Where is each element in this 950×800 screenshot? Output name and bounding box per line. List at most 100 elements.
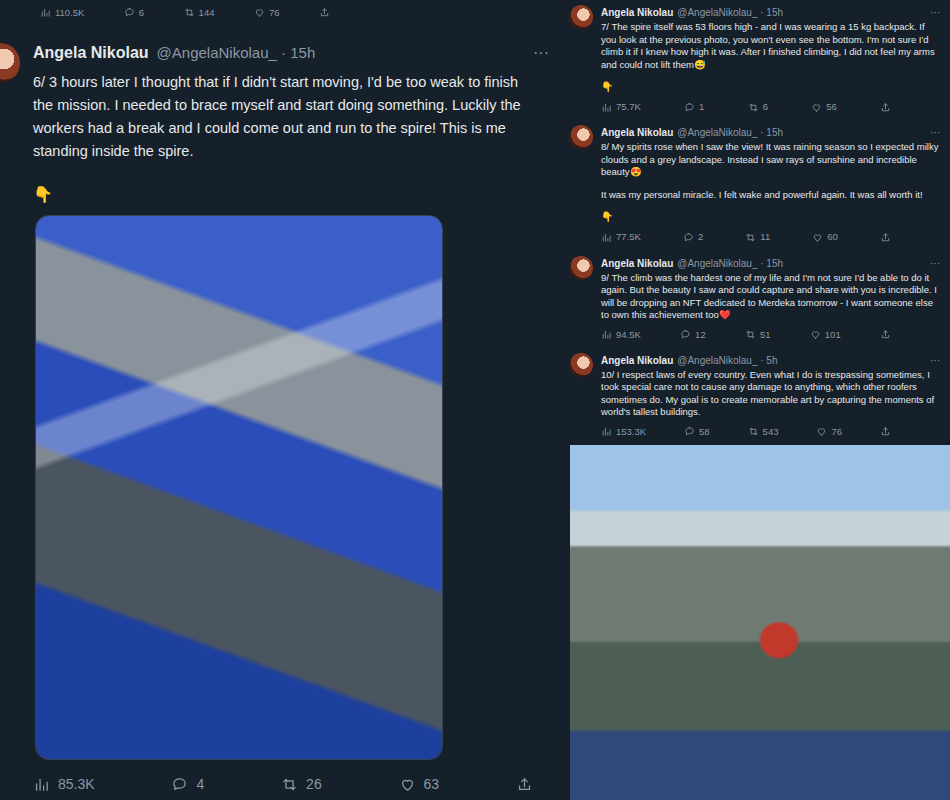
retweets-stat[interactable]: 543 [748,425,779,439]
views-icon[interactable] [601,232,612,243]
thread-tweet: Angela Nikolau@AngelaNikolau_ · 5h···10/… [565,348,950,445]
views-icon[interactable] [601,426,612,437]
replies-count: 12 [695,328,706,342]
share-icon[interactable] [516,776,533,793]
heart-icon[interactable] [810,329,821,340]
avatar[interactable] [0,43,20,83]
views-stat[interactable]: 153.3K [601,425,646,439]
reply-icon[interactable] [684,102,695,113]
retweet-icon[interactable] [281,776,298,793]
likes-count: 76 [269,6,280,19]
rooftop-photo[interactable] [570,445,950,800]
share-button[interactable] [880,329,891,340]
author-name[interactable]: Angela Nikolau [601,125,673,140]
author-meta[interactable]: @AngelaNikolau_ · 15h [677,256,783,271]
retweets-stat[interactable]: 6 [748,100,768,114]
views-stat[interactable]: 77.5K [601,230,641,244]
retweet-icon[interactable] [748,102,759,113]
retweets-count: 543 [763,425,779,439]
stats-row: 94.5K 12 51 101 [601,328,891,342]
avatar[interactable] [569,256,593,280]
share-button[interactable] [516,776,533,793]
stats-row: 75.7K 1 6 56 [601,100,891,114]
tweet-body: Angela Nikolau@AngelaNikolau_ · 5h···10/… [601,353,940,439]
share-icon[interactable] [880,329,891,340]
replies-stat[interactable]: 1 [684,100,704,114]
retweets-stat[interactable]: 26 [281,774,322,795]
thread-tweet: Angela Nikolau@AngelaNikolau_ · 15h···9/… [565,251,950,348]
heart-icon[interactable] [254,7,265,18]
retweets-count: 11 [760,230,770,244]
heart-icon[interactable] [811,102,822,113]
author-name[interactable]: Angela Nikolau [33,41,149,65]
likes-stat[interactable]: 76 [254,6,280,19]
views-stat[interactable]: 94.5K [601,328,641,342]
reply-icon[interactable] [683,232,694,243]
share-icon[interactable] [880,426,891,437]
share-icon[interactable] [880,102,891,113]
share-icon[interactable] [880,232,891,243]
views-icon[interactable] [601,329,612,340]
replies-stat[interactable]: 6 [124,6,144,19]
author-name[interactable]: Angela Nikolau [601,353,673,368]
author-meta[interactable]: @AngelaNikolau_ · 15h [677,5,783,20]
replies-count: 1 [699,100,704,114]
share-icon[interactable] [319,7,330,18]
reply-icon[interactable] [684,426,695,437]
views-stat[interactable]: 75.7K [601,100,641,114]
views-icon[interactable] [33,776,50,793]
thread-tweet: Angela Nikolau@AngelaNikolau_ · 15h···7/… [565,0,950,120]
retweets-stat[interactable]: 51 [745,328,771,342]
tweet-photo[interactable] [35,215,443,760]
avatar[interactable] [569,125,593,149]
likes-stat[interactable]: 60 [812,230,838,244]
heart-icon[interactable] [812,232,823,243]
replies-stat[interactable]: 12 [680,328,706,342]
author-name[interactable]: Angela Nikolau [601,5,673,20]
share-button[interactable] [880,232,891,243]
reply-icon[interactable] [680,329,691,340]
likes-stat[interactable]: 63 [399,774,440,795]
likes-count: 60 [827,230,838,244]
reply-icon[interactable] [171,776,188,793]
retweet-icon[interactable] [745,329,756,340]
heart-icon[interactable] [399,776,416,793]
more-button[interactable]: ··· [930,125,940,140]
replies-stat[interactable]: 58 [684,425,710,439]
share-button[interactable] [880,102,891,113]
author-meta[interactable]: @AngelaNikolau_ · 15h [157,42,316,65]
likes-stat[interactable]: 76 [816,425,842,439]
replies-stat[interactable]: 2 [683,230,703,244]
likes-count: 101 [825,328,841,342]
replies-count: 2 [698,230,703,244]
pointer-emoji: 👇 [601,79,940,94]
avatar[interactable] [569,353,593,377]
tweet-body: Angela Nikolau@AngelaNikolau_ · 15h···8/… [601,125,940,244]
likes-stat[interactable]: 56 [811,100,837,114]
views-stat[interactable]: 110.5K [40,6,84,19]
retweets-stat[interactable]: 11 [745,230,770,244]
retweets-stat[interactable]: 144 [184,6,215,19]
share-button[interactable] [880,426,891,437]
pointer-emoji: 👇 [33,183,553,207]
author-meta[interactable]: @AngelaNikolau_ · 5h [677,353,777,368]
more-button[interactable]: ··· [930,5,940,20]
heart-icon[interactable] [816,426,827,437]
author-name[interactable]: Angela Nikolau [601,256,673,271]
more-button[interactable]: ··· [930,353,940,368]
reply-icon[interactable] [124,7,135,18]
avatar[interactable] [569,5,593,29]
more-button[interactable]: ··· [533,41,553,65]
likes-stat[interactable]: 101 [810,328,841,342]
views-icon[interactable] [601,102,612,113]
replies-stat[interactable]: 4 [171,774,204,795]
share-button[interactable] [319,7,330,18]
views-icon[interactable] [40,7,51,18]
views-stat[interactable]: 85.3K [33,774,95,795]
retweet-icon[interactable] [748,426,759,437]
views-count: 75.7K [616,100,641,114]
more-button[interactable]: ··· [930,256,940,271]
retweet-icon[interactable] [184,7,195,18]
retweet-icon[interactable] [745,232,756,243]
author-meta[interactable]: @AngelaNikolau_ · 15h [677,125,783,140]
